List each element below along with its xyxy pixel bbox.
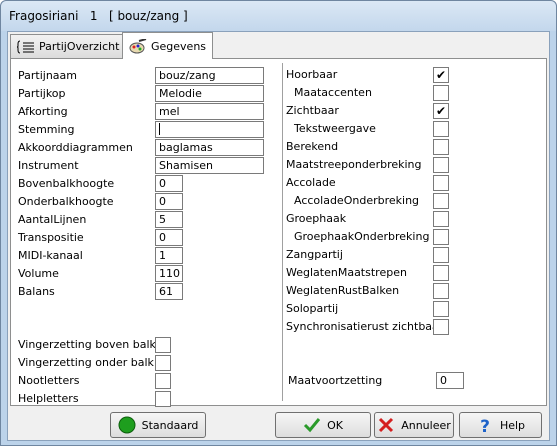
label-balans: Balans bbox=[18, 285, 55, 298]
annuleer-label: Annuleer bbox=[401, 418, 451, 432]
label-partijnaam: Partijnaam bbox=[18, 69, 77, 82]
maatvoortzetting-field[interactable]: 0 bbox=[436, 372, 464, 389]
label-solopartij: Solopartij bbox=[286, 302, 339, 315]
checkbox-weglatenrustbalken[interactable] bbox=[433, 283, 449, 299]
question-mark-icon: ? bbox=[476, 416, 494, 437]
label-vingerzetting-boven-balk: Vingerzetting boven balk bbox=[18, 338, 156, 351]
checkbox-weglatenmaatstrepen[interactable] bbox=[433, 265, 449, 281]
field-volume[interactable]: 110 bbox=[155, 265, 183, 282]
maatvoortzetting-label: Maatvoortzetting bbox=[288, 374, 383, 387]
field-bovenbalkhoogte[interactable]: 0 bbox=[155, 175, 183, 192]
label-zichtbaar: Zichtbaar bbox=[286, 104, 339, 117]
annuleer-button[interactable]: Annuleer bbox=[374, 412, 454, 438]
title-bar[interactable]: Fragosiriani 1 [ bouz/zang ] bbox=[1, 1, 556, 31]
checkbox-maatstreeponderbreking[interactable] bbox=[433, 157, 449, 173]
label-instrument: Instrument bbox=[18, 159, 79, 172]
checkbox-accolade[interactable] bbox=[433, 175, 449, 191]
label-berekend: Berekend bbox=[286, 140, 339, 153]
label-accolade: Accolade bbox=[286, 176, 336, 189]
checkbox-berekend[interactable] bbox=[433, 139, 449, 155]
ok-label: OK bbox=[327, 418, 343, 432]
checkbox-maataccenten[interactable] bbox=[433, 85, 449, 101]
checkbox-tekstweergave[interactable] bbox=[433, 121, 449, 137]
label-weglatenmaatstrepen: WeglatenMaatstrepen bbox=[286, 266, 407, 279]
label-midi-kanaal: MIDI-kanaal bbox=[18, 249, 83, 262]
field-aantallijnen[interactable]: 5 bbox=[155, 211, 183, 228]
field-partijnaam[interactable]: bouz/zang bbox=[155, 67, 264, 84]
label-weglatenrustbalken: WeglatenRustBalken bbox=[286, 284, 400, 297]
palette-icon bbox=[129, 38, 147, 54]
field-midi-kanaal[interactable]: 1 bbox=[155, 247, 183, 264]
checkbox-vingerzetting-onder-balk[interactable] bbox=[155, 355, 171, 371]
check-icon bbox=[303, 416, 321, 434]
label-hoorbaar: Hoorbaar bbox=[286, 68, 338, 81]
field-balans[interactable]: 61 bbox=[155, 283, 183, 300]
checkbox-nootletters[interactable] bbox=[155, 373, 171, 389]
checkbox-zichtbaar[interactable]: ✔ bbox=[433, 103, 449, 119]
field-akkoorddiagrammen[interactable]: baglamas bbox=[155, 139, 264, 156]
label-partijkop: Partijkop bbox=[18, 87, 66, 100]
label-volume: Volume bbox=[18, 267, 59, 280]
checkbox-groephaak[interactable] bbox=[433, 211, 449, 227]
label-synchronisatierust-zichtbaar: Synchronisatierust zichtbaar bbox=[286, 320, 444, 333]
label-afkorting: Afkorting bbox=[18, 105, 68, 118]
label-stemming: Stemming bbox=[18, 123, 75, 136]
checkbox-synchronisatierust-zichtbaar[interactable] bbox=[433, 319, 449, 335]
label-aantallijnen: AantalLijnen bbox=[18, 213, 87, 226]
label-onderbalkhoogte: Onderbalkhoogte bbox=[18, 195, 114, 208]
field-transpositie[interactable]: 0 bbox=[155, 229, 183, 246]
help-label: Help bbox=[499, 418, 526, 432]
field-partijkop[interactable]: Melodie bbox=[155, 85, 264, 102]
checkbox-solopartij[interactable] bbox=[433, 301, 449, 317]
svg-text:?: ? bbox=[480, 417, 490, 434]
green-circle-icon bbox=[118, 416, 136, 434]
field-afkorting[interactable]: mel bbox=[155, 103, 264, 120]
button-bar: Standaard OK Annuleer ? Help bbox=[8, 408, 549, 440]
label-accoladeonderbreking: AccoladeOnderbreking bbox=[294, 194, 420, 207]
field-instrument[interactable]: Shamisen bbox=[155, 157, 264, 174]
dialog-window: Fragosiriani 1 [ bouz/zang ] PartijOverz… bbox=[0, 0, 557, 446]
label-vingerzetting-onder-balk: Vingerzetting onder balk bbox=[18, 356, 154, 369]
dialog-client: PartijOverzicht Gegevens Partijnaam bouz/… bbox=[7, 31, 550, 441]
label-nootletters: Nootletters bbox=[18, 374, 80, 387]
gegevens-panel: Partijnaam bouz/zang Partijkop Melodie Afkor… bbox=[10, 58, 547, 407]
help-button[interactable]: ? Help bbox=[459, 412, 542, 438]
checkbox-groephaakonderbreking[interactable] bbox=[433, 229, 449, 245]
label-groephaak: Groephaak bbox=[286, 212, 347, 225]
label-akkoorddiagrammen: Akkoorddiagrammen bbox=[18, 141, 133, 154]
checkbox-accoladeonderbreking[interactable] bbox=[433, 193, 449, 209]
label-groephaakonderbreking: GroephaakOnderbreking bbox=[294, 230, 430, 243]
score-list-icon bbox=[16, 40, 35, 54]
tab-partijoverzicht[interactable]: PartijOverzicht bbox=[10, 34, 127, 58]
ok-button[interactable]: OK bbox=[275, 412, 371, 438]
standaard-label: Standaard bbox=[141, 418, 199, 432]
label-transpositie: Transpositie bbox=[18, 231, 84, 244]
label-helpletters: Helpletters bbox=[18, 392, 79, 405]
label-maatstreeponderbreking: Maatstreeponderbreking bbox=[286, 158, 422, 171]
checkbox-zangpartij[interactable] bbox=[433, 247, 449, 263]
label-zangpartij: Zangpartij bbox=[286, 248, 343, 261]
label-maataccenten: Maataccenten bbox=[294, 86, 372, 99]
checkbox-helpletters[interactable] bbox=[155, 391, 171, 407]
standaard-button[interactable]: Standaard bbox=[110, 412, 206, 438]
checkbox-hoorbaar[interactable]: ✔ bbox=[433, 67, 449, 83]
column-divider bbox=[282, 63, 283, 401]
label-tekstweergave: Tekstweergave bbox=[294, 122, 376, 135]
field-onderbalkhoogte[interactable]: 0 bbox=[155, 193, 183, 210]
tab-label: Gegevens bbox=[151, 39, 207, 53]
window-title: Fragosiriani 1 [ bouz/zang ] bbox=[9, 9, 188, 23]
cancel-x-icon bbox=[377, 416, 395, 434]
tab-label: PartijOverzicht bbox=[39, 40, 120, 53]
tab-gegevens[interactable]: Gegevens bbox=[122, 32, 214, 59]
checkbox-vingerzetting-boven-balk[interactable] bbox=[155, 337, 171, 353]
field-stemming[interactable] bbox=[155, 121, 264, 138]
label-bovenbalkhoogte: Bovenbalkhoogte bbox=[18, 177, 115, 190]
